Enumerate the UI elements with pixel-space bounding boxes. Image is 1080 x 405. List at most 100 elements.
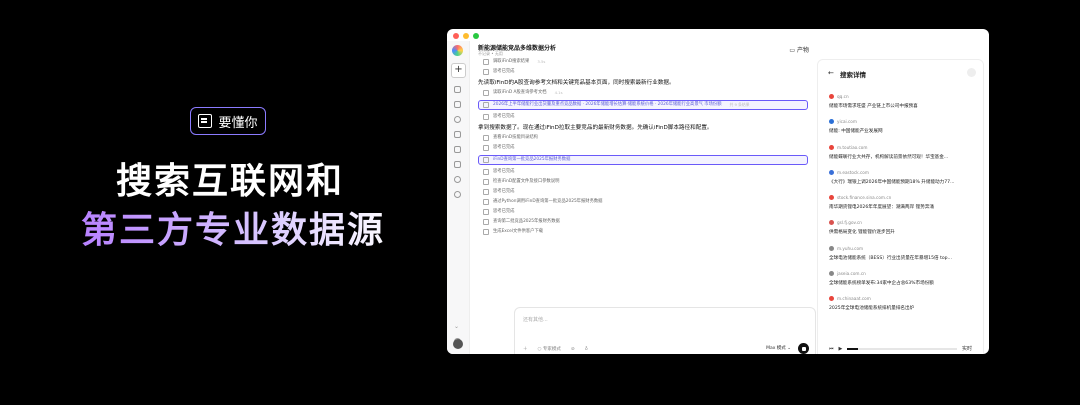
app-logo-icon — [452, 45, 463, 56]
result-title: 全球储能系统榜单发布:34家中企占总63%市场份额 — [829, 281, 934, 287]
stop-button[interactable] — [798, 343, 809, 354]
step-item[interactable]: 思考已完成 — [478, 69, 808, 75]
step-text: 思考已完成 — [493, 189, 515, 194]
play-icon[interactable]: ▶ — [839, 346, 843, 352]
site-favicon-icon — [829, 245, 834, 251]
step-status-icon — [483, 229, 489, 235]
expert-mode-toggle[interactable]: ○ 专家模式 — [538, 346, 561, 352]
close-panel-button[interactable] — [967, 68, 976, 77]
step-text: 思考已完成 — [493, 209, 515, 214]
search-result[interactable]: qq.cn 储能市场需求旺盛 产业链上市公司中报预喜 — [829, 94, 979, 119]
result-title: 2025年全球电池储能系统排机量排名出炉 — [829, 306, 915, 312]
chevron-down-icon[interactable]: ⌄ — [454, 323, 461, 330]
minimize-window-button[interactable] — [463, 33, 469, 39]
progress-track[interactable] — [847, 347, 957, 350]
result-source: m.toutiao.com — [829, 144, 979, 150]
lightbulb-icon[interactable] — [454, 101, 461, 108]
result-title: 储能市场需求旺盛 产业链上市公司中报预喜 — [829, 104, 918, 109]
assistant-message: 拿到搜索数据了。现在通过iFinD拉取主要竞品的最新财务数据。先确认iFinD脚… — [478, 124, 808, 132]
search-result[interactable]: m.yuhu.com 全球电池储能系统（BESS）行业出货量在年暴增15倍 top… — [829, 245, 979, 271]
step-text: 检查iFinD配置文件及接口参数说明 — [493, 179, 560, 184]
back-arrow-icon[interactable]: ← — [828, 69, 834, 77]
rewind-icon[interactable]: ⏮ — [829, 346, 834, 352]
promo-badge: 要懂你 — [190, 107, 266, 135]
step-item[interactable]: 查看iFinD技能目录结构 — [478, 135, 808, 141]
search-result[interactable]: jaseia.com.cn 全球储能系统榜单发布:34家中企占总63%市场份额 — [829, 271, 979, 296]
result-domain: yicai.com — [837, 119, 857, 125]
step-text: 思考已完成 — [493, 114, 515, 119]
step-item[interactable]: 思考已完成 — [478, 145, 808, 151]
result-domain: m.yuhu.com — [837, 245, 864, 251]
user-avatar[interactable] — [453, 339, 463, 349]
result-title: 全球电池储能系统（BESS）行业出货量在年暴增15倍 top... — [829, 255, 952, 261]
step-status-icon — [483, 69, 489, 75]
step-status-icon — [483, 90, 489, 96]
step-item[interactable]: 读取iFinD A股查询参考文档 4.1s — [478, 90, 808, 96]
result-source: yicai.com — [829, 119, 979, 125]
link-icon[interactable] — [454, 131, 461, 138]
step-item[interactable]: 调取iFinD搜索结果 3.5s — [478, 59, 808, 65]
composer-input[interactable]: 还有其他... — [523, 316, 548, 323]
step-list: 调取iFinD搜索结果 3.5s 思考已完成 先读取iFinD的A股查询参考文档和关键… — [478, 59, 808, 239]
attach-icon[interactable]: ⊘ — [571, 347, 575, 352]
step-text: 通过Python调用iFinD查询第一批竞品2025年报财务数据 — [493, 199, 603, 204]
chat-bubble-icon[interactable] — [454, 176, 461, 183]
mode-label: Max 模式 — [766, 346, 786, 351]
search-result[interactable]: gsl.fj.gov.cn 供需格局变化 锂能锂价逐步回升 — [829, 220, 979, 245]
promo-headline-line1: 搜索互联网和 — [115, 161, 344, 202]
document-icon[interactable] — [454, 146, 461, 153]
clock-icon[interactable] — [454, 116, 461, 123]
result-source: m.yuhu.com — [829, 245, 979, 251]
promo-headline-line2: 第三方专业数据源 — [68, 201, 398, 253]
step-text: 调取iFinD搜索结果 — [493, 59, 530, 64]
step-item[interactable]: 查询第二批竞品2025年报财务数据 — [478, 219, 808, 225]
search-result[interactable]: stock.finance.sina.com.cn 南华期货锂电2026年年度展望… — [829, 195, 979, 220]
history-icon[interactable] — [454, 191, 461, 198]
step-item[interactable]: 通过Python调用iFinD查询第一批竞品2025年报财务数据 — [478, 199, 808, 205]
mode-select[interactable]: Max 模式 ⌄ — [766, 345, 791, 351]
site-favicon-icon — [829, 94, 834, 99]
add-icon[interactable]: ＋ — [523, 346, 528, 352]
result-domain: m.toutiao.com — [837, 144, 868, 150]
step-status-icon — [483, 145, 489, 151]
search-result[interactable]: m.chinaaat.com 2025年全球电池储能系统排机量排名出炉 — [829, 296, 979, 321]
artifact-button[interactable]: ▭ 产物 — [789, 45, 809, 54]
result-title: 南华期货锂电2026年年度展望：潮满两岸 锂势奔涌 — [829, 205, 935, 211]
step-meta: 3.5s — [537, 59, 546, 64]
search-result[interactable]: m.toutiao.com 储能蝶联行业大共存，机构解读前景依然可观！华宝基金..… — [829, 144, 979, 170]
folder-icon[interactable] — [454, 161, 461, 168]
step-item[interactable]: 思考已完成 — [478, 189, 808, 195]
search-result[interactable]: m.eastock.com 《大行》瑞银上调2026年中国储能预期18% 升储能动… — [829, 169, 979, 195]
result-title: 《大行》瑞银上调2026年中国储能预期18% 升储能动力77... — [829, 179, 955, 185]
step-item[interactable]: 思考已完成 — [478, 209, 808, 215]
site-favicon-icon — [829, 195, 834, 201]
step-item[interactable]: 检查iFinD配置文件及接口参数说明 — [478, 179, 808, 185]
assistant-message: 先读取iFinD的A股查询参考文档和关键竞品基本页面，同时搜索最新行业数据。 — [478, 79, 808, 87]
site-favicon-icon — [829, 169, 834, 175]
step-meta: 共 9 条结果 — [729, 102, 750, 107]
edit-icon[interactable] — [454, 86, 461, 93]
step-item[interactable]: iFinD查询第一批竞品2025年报财务数据 — [478, 155, 808, 165]
result-title: 供需格局变化 锂能锂价逐步回升 — [829, 230, 895, 236]
step-item[interactable]: 生成Excel文件供客户下载 — [478, 229, 808, 235]
result-source: m.chinaaat.com — [829, 296, 979, 302]
bulb-icon[interactable]: ♁ — [585, 347, 588, 352]
step-text: 查询第二批竞品2025年报财务数据 — [493, 219, 560, 224]
close-window-button[interactable] — [453, 33, 459, 39]
search-result[interactable]: yicai.com 储能: 中国储能产业发展网 — [829, 119, 979, 144]
step-status-icon — [483, 219, 489, 225]
step-text: 拿到搜索数据了。现在通过iFinD拉取主要竞品的最新财务数据。先确认iFinD脚… — [478, 125, 713, 131]
chat-icon — [198, 114, 213, 128]
step-item[interactable]: 思考已完成 — [478, 169, 808, 175]
new-task-button[interactable]: + — [451, 63, 466, 78]
step-text: 读取iFinD A股查询参考文档 — [493, 90, 547, 95]
maximize-window-button[interactable] — [473, 33, 479, 39]
step-text: iFinD查询第一批竞品2025年报财务数据 — [493, 157, 571, 162]
panel-title: 搜索详情 — [840, 71, 866, 79]
step-item[interactable]: 2026年上半年储能行业出货量及重点竞品数据 · 2026年储能增长估算·储能系… — [478, 100, 808, 110]
result-domain: gsl.fj.gov.cn — [837, 220, 862, 226]
result-source: m.eastock.com — [829, 169, 979, 175]
step-item[interactable]: 思考已完成 — [478, 114, 808, 120]
app-window: + ⌄ 新能源储能竞品多维数据分析 不记录 • 无用 ▭ 产物 调取iFinD搜… — [447, 29, 989, 354]
step-text: 2026年上半年储能行业出货量及重点竞品数据 · 2026年储能增长估算·储能系… — [493, 102, 722, 107]
